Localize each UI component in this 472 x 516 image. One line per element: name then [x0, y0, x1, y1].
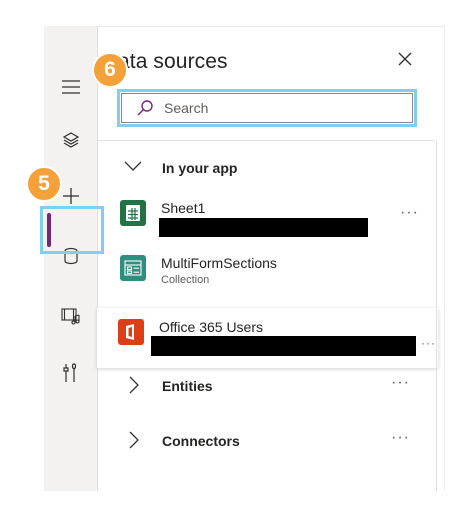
section-entities[interactable]: Entities ···	[98, 368, 434, 404]
more-options-button[interactable]: ···	[421, 336, 436, 350]
data-source-multiformsections[interactable]: MultiFormSections Collection	[98, 255, 434, 295]
section-connectors[interactable]: Connectors ···	[98, 423, 434, 459]
media-button[interactable]	[44, 296, 98, 336]
menu-button[interactable]	[44, 67, 98, 107]
search-highlight	[117, 89, 417, 127]
step-badge-5: 5	[26, 166, 62, 202]
layers-icon	[62, 131, 80, 149]
source-name: Sheet1	[161, 200, 206, 216]
section-label: Entities	[162, 378, 213, 394]
panel-title: ata sources	[118, 50, 228, 73]
tools-icon	[63, 363, 79, 383]
left-rail	[44, 26, 98, 491]
advanced-tools-button[interactable]	[44, 353, 98, 393]
close-icon	[398, 52, 412, 71]
section-label: In your app	[162, 160, 238, 176]
chevron-right-icon	[128, 376, 140, 399]
close-button[interactable]	[395, 51, 415, 71]
more-options-button[interactable]: ···	[400, 204, 419, 222]
redacted-block	[151, 336, 416, 356]
excel-sheet-icon	[120, 200, 146, 226]
screen: 5 ata sources 6 Search In your app Sheet…	[0, 0, 472, 516]
header-divider	[98, 140, 434, 141]
media-icon	[61, 307, 81, 325]
scrollbar-track[interactable]	[436, 141, 437, 491]
plus-icon	[62, 187, 80, 205]
collection-icon	[120, 255, 146, 281]
step-badge-6: 6	[92, 52, 128, 88]
chevron-right-icon	[128, 431, 140, 454]
office-icon	[118, 319, 144, 345]
section-in-your-app[interactable]: In your app	[98, 150, 434, 186]
chevron-down-icon	[124, 159, 142, 177]
more-options-button[interactable]: ···	[391, 429, 410, 447]
redacted-block	[159, 218, 368, 237]
source-name: Office 365 Users	[159, 319, 264, 335]
menu-icon	[62, 80, 80, 94]
source-subtitle: Collection	[161, 274, 210, 286]
more-options-button[interactable]: ···	[391, 374, 410, 392]
source-name: MultiFormSections	[161, 255, 277, 271]
data-button-highlight	[40, 206, 104, 254]
section-label: Connectors	[162, 433, 240, 449]
tree-view-button[interactable]	[44, 120, 98, 160]
